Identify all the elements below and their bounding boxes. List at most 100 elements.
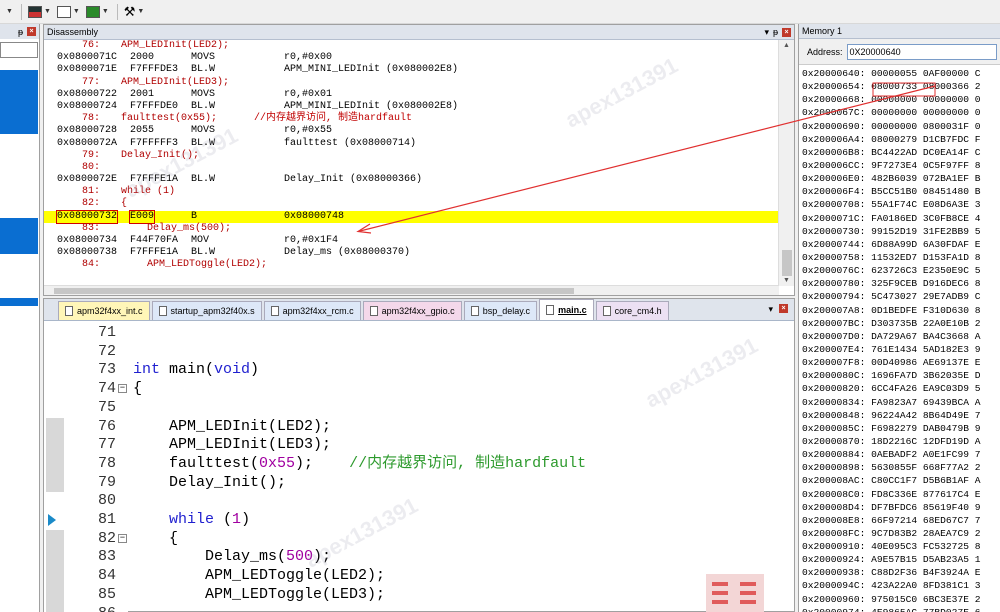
code-line[interactable]: 73 int main(void) [44, 361, 794, 380]
toolbar-button-tools[interactable]: ⚒ ▼ [122, 3, 147, 21]
memory-row[interactable]: 0x20000938: C88D2F36 B4F3924A E [799, 566, 1000, 579]
toolbar-button-4[interactable]: ▼ [84, 3, 111, 21]
instruction-line[interactable]: 0x0800071C 2000 MOVS r0,#0x00 [44, 52, 779, 64]
source-line[interactable]: 78: faulttest(0x55); //内存越界访问, 制造hardfault [44, 113, 779, 125]
memory-row[interactable]: 0x20000870: 18D2216C 12DFD19D A [799, 435, 1000, 448]
scroll-down-icon[interactable]: ▼ [783, 277, 790, 284]
memory-row[interactable]: 0x200006B8: BC4422AD DC0EA14F C [799, 146, 1000, 159]
memory-row[interactable]: 0x20000794: 5C473027 29E7ADB9 C [799, 290, 1000, 303]
code-line[interactable]: 78 faulttest(0x55); //内存越界访问, 制造hardfaul… [44, 455, 794, 474]
source-line[interactable]: 77: APM_LEDInit(LED3); [44, 77, 779, 89]
toolbar-button-1[interactable]: ▼ [2, 3, 15, 21]
instruction-line[interactable]: 0x08000724 F7FFFDE0 BL.W APM_MINI_LEDInit (… [44, 101, 779, 113]
memory-row[interactable]: 0x20000744: 6D88A99D 6A30FDAF E [799, 238, 1000, 251]
code-line[interactable]: 83 Delay_ms(500); [44, 548, 794, 567]
memory-row[interactable]: 0x2000076C: 623726C3 E2350E9C 5 [799, 264, 1000, 277]
toolbar-button-3[interactable]: ▼ [55, 3, 82, 21]
memory-row[interactable]: 0x20000960: 975015C0 6BC3E37E 2 [799, 593, 1000, 606]
instruction-line[interactable]: 0x08000732 E009 B 0x08000748 [44, 209, 779, 224]
tab-apm32f4xx-int-c[interactable]: apm32f4xx_int.c [58, 301, 150, 320]
memory-row[interactable]: 0x200007D0: DA729A67 BA4C3668 A [799, 330, 1000, 343]
left-panel-selection[interactable] [0, 218, 38, 254]
dropdown-icon[interactable]: ▾ [768, 304, 773, 315]
memory-row[interactable]: 0x20000974: 4E9865AC 77BD027E 6 [799, 606, 1000, 612]
instruction-line[interactable]: 0x0800072A F7FFFFF3 BL.W faulttest (0x08000… [44, 138, 779, 150]
left-panel-selection[interactable] [0, 298, 38, 306]
source-line[interactable]: 84: APM_LEDToggle(LED2); [44, 259, 779, 271]
left-panel-field[interactable] [0, 42, 38, 58]
code-line[interactable]: 81 while (1) [44, 511, 794, 530]
code-line[interactable]: 74−{ [44, 380, 794, 399]
memory-row[interactable]: 0x2000080C: 1696FA7D 3B62035E D [799, 369, 1000, 382]
source-line[interactable]: 83: Delay_ms(500); [44, 223, 779, 235]
code-line[interactable]: 71 [44, 324, 794, 343]
memory-row[interactable]: 0x200007BC: D303735B 22A0E10B 2 [799, 317, 1000, 330]
close-icon[interactable]: × [779, 304, 788, 313]
code-line[interactable]: 75 [44, 399, 794, 418]
source-line[interactable]: 79: Delay_Init(); [44, 150, 779, 162]
memory-row[interactable]: 0x20000898: 5630855F 668F77A2 2 [799, 461, 1000, 474]
memory-row[interactable]: 0x20000820: 6CC4FA26 EA9C03D9 5 [799, 382, 1000, 395]
memory-row[interactable]: 0x200008C0: FD8C336E 877617C4 E [799, 488, 1000, 501]
scrollbar-thumb[interactable] [54, 288, 574, 294]
source-line[interactable]: 80: [44, 162, 779, 174]
memory-row[interactable]: 0x200008D4: DF7BFDC6 85619F40 9 [799, 501, 1000, 514]
memory-row[interactable]: 0x20000910: 40E095C3 FC532725 8 [799, 540, 1000, 553]
instruction-line[interactable]: 0x08000734 F44F70FA MOV r0,#0x1F4 [44, 235, 779, 247]
fold-toggle-icon[interactable]: − [118, 533, 127, 543]
memory-row[interactable]: 0x200006CC: 9F7273E4 0C5F97FF 8 [799, 159, 1000, 172]
dropdown-icon[interactable]: ▾ [764, 27, 769, 38]
code-line[interactable]: 82− { [44, 530, 794, 549]
memory-row[interactable]: 0x200008E8: 66F97214 68ED67C7 7 [799, 514, 1000, 527]
memory-row[interactable]: 0x200008FC: 9C7D83B2 28AEA7C9 2 [799, 527, 1000, 540]
disassembly-vertical-scrollbar[interactable]: ▲ ▼ [778, 40, 794, 286]
code-line[interactable]: 85 APM_LEDToggle(LED3); [44, 586, 794, 605]
tab-bsp-delay-c[interactable]: bsp_delay.c [463, 301, 538, 320]
instruction-line[interactable]: 0x08000728 2055 MOVS r0,#0x55 [44, 125, 779, 137]
instruction-line[interactable]: 0x0800071E F7FFFDE3 BL.W APM_MINI_LEDInit (… [44, 64, 779, 76]
tab-apm32f4xx-rcm-c[interactable]: apm32f4xx_rcm.c [263, 301, 361, 320]
memory-row[interactable]: 0x20000780: 325F9CEB D916DEC6 8 [799, 277, 1000, 290]
memory-row[interactable]: 0x200007E4: 761E1434 5AD182E3 9 [799, 343, 1000, 356]
code-line[interactable]: 86 [44, 605, 794, 612]
code-line[interactable]: 76 APM_LEDInit(LED2); [44, 418, 794, 437]
memory-row[interactable]: 0x20000848: 96224A42 8B64D49E 7 [799, 409, 1000, 422]
code-area[interactable]: 71 72 73 int main(void) 74−{75 76 APM_LEDInit… [44, 321, 794, 612]
memory-row[interactable]: 0x20000654: 08000733 08000366 2 [799, 80, 1000, 93]
memory-row[interactable]: 0x20000668: 00000000 00000000 0 [799, 93, 1000, 106]
code-line[interactable]: 79 Delay_Init(); [44, 474, 794, 493]
close-icon[interactable]: × [27, 27, 36, 36]
instruction-line[interactable]: 0x08000722 2001 MOVS r0,#0x01 [44, 89, 779, 101]
tab-apm32f4xx-gpio-c[interactable]: apm32f4xx_gpio.c [362, 301, 462, 320]
scrollbar-thumb[interactable] [782, 250, 792, 276]
scroll-up-icon[interactable]: ▲ [783, 42, 790, 49]
memory-row[interactable]: 0x20000924: A9E57B15 D5AB23A5 1 [799, 553, 1000, 566]
memory-row[interactable]: 0x200006A4: 08000279 D1CB7FDC F [799, 133, 1000, 146]
pin-icon[interactable]: ᵽ [18, 27, 23, 37]
memory-row[interactable]: 0x20000834: FA9823A7 69439BCA A [799, 396, 1000, 409]
memory-row[interactable]: 0x20000690: 00000000 0800031F 0 [799, 120, 1000, 133]
source-line[interactable]: 81: while (1) [44, 186, 779, 198]
memory-row[interactable]: 0x20000884: 0AEBADF2 A0E1FC99 7 [799, 448, 1000, 461]
memory-row[interactable]: 0x200008AC: C80CC1F7 D5B6B1AF A [799, 474, 1000, 487]
fold-toggle-icon[interactable]: − [118, 384, 127, 394]
memory-row[interactable]: 0x200007F8: 00D40986 AE69137E E [799, 356, 1000, 369]
memory-row[interactable]: 0x2000067C: 00000000 00000000 0 [799, 106, 1000, 119]
toolbar-button-2[interactable]: ▼ [26, 3, 53, 21]
disassembly-horizontal-scrollbar[interactable] [44, 285, 779, 295]
memory-row[interactable]: 0x20000708: 55A1F74C E08D6A3E 3 [799, 198, 1000, 211]
memory-row[interactable]: 0x2000085C: F6982279 DAB0479B 9 [799, 422, 1000, 435]
code-line[interactable]: 72 [44, 343, 794, 362]
close-icon[interactable]: × [782, 27, 791, 37]
code-line[interactable]: 80 [44, 492, 794, 511]
memory-row[interactable]: 0x2000094C: 423A22A0 8FD381C1 3 [799, 579, 1000, 592]
source-line[interactable]: 76: APM_LEDInit(LED2); [44, 40, 779, 52]
memory-row[interactable]: 0x20000758: 11532ED7 D153FA1D 8 [799, 251, 1000, 264]
source-line[interactable]: 82: { [44, 198, 779, 210]
address-input[interactable]: 0X20000640 [846, 43, 997, 60]
memory-row[interactable]: 0x20000640: 00000055 0AF00000 C [799, 67, 1000, 80]
tab-startup-apm32f40x-s[interactable]: startup_apm32f40x.s [151, 301, 262, 320]
code-line[interactable]: 84 APM_LEDToggle(LED2); [44, 567, 794, 586]
tab-main-c[interactable]: main.c [539, 299, 594, 320]
disassembly-listing[interactable]: 76: APM_LEDInit(LED2); 0x0800071C 2000 MOVS r… [44, 40, 779, 286]
